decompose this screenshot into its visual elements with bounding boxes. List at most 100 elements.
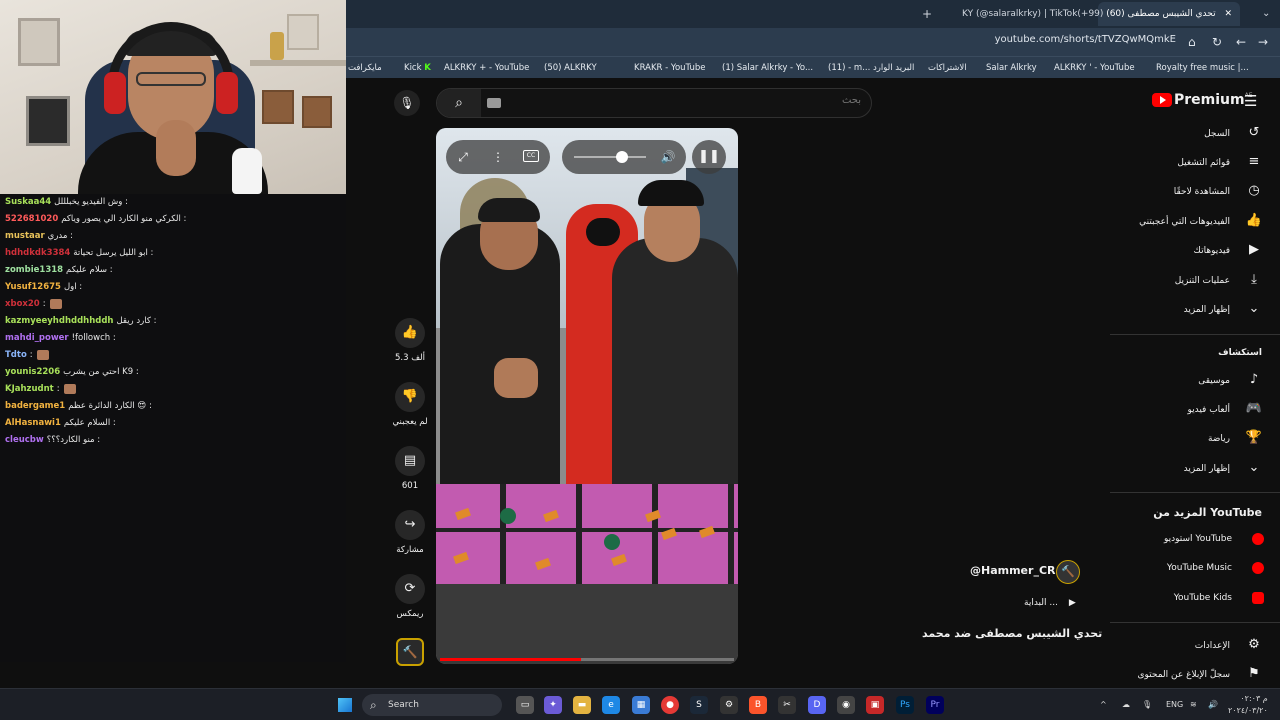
app-icon[interactable]: ▣ [866,696,884,714]
chat-username[interactable]: Tdto [5,350,27,360]
file-explorer-icon[interactable]: ▬ [573,696,591,714]
new-tab-button[interactable]: + [922,2,932,26]
chat-username[interactable]: cleucbw [5,435,44,445]
channel-handle[interactable]: @Hammer_CR [970,564,1055,577]
sidebar-item-kids[interactable]: YouTube Kids [1174,588,1264,608]
pause-button[interactable]: ❚❚ [692,140,726,174]
chat-username[interactable]: mustaar [5,231,45,241]
discord-icon[interactable]: D [808,696,826,714]
language-indicator[interactable]: ENG [1166,689,1183,720]
bookmark[interactable]: KRAKR - YouTube [634,61,705,75]
captions-button[interactable]: CC [523,150,539,162]
search-input[interactable] [561,95,861,106]
tab-tiktok[interactable]: KY (@salaralkrky) | TikTok(+99) [962,2,1103,26]
video-title[interactable]: تحدي الشيبس مصطفى ضد محمد [922,627,1102,640]
reload-icon[interactable]: ↻ [1212,34,1222,50]
sidebar-show-more[interactable]: إظهار المزيد ⌄ [1184,458,1264,478]
edge-icon[interactable]: e [602,696,620,714]
url-field[interactable]: youtube.com/shorts/tTVZQwMQmkE [966,34,1176,45]
close-icon[interactable]: ✕ [1224,9,1232,19]
mic-icon[interactable]: 🎙 [394,90,420,116]
steam-icon[interactable]: S [690,696,708,714]
shorts-video-player[interactable]: ⤢ ⋮ CC 🔊 ❚❚ [436,128,738,664]
premiere-icon[interactable]: Pr [926,696,944,714]
store-icon[interactable]: ▦ [632,696,650,714]
tray-chevron-icon[interactable]: ^ [1100,689,1107,720]
brave-icon[interactable]: B [749,696,767,714]
capcut-icon[interactable]: ✂ [778,696,796,714]
volume-slider[interactable] [574,156,646,158]
clock[interactable]: م ٠٢:٠٣ ٢٠٢٤/٠٣/٢٠ [1228,693,1268,717]
more-options-icon[interactable]: ⋮ [481,140,515,174]
channel-avatar-hammer-icon[interactable]: 🔨 [1056,560,1080,584]
home-icon[interactable]: ⌂ [1188,34,1196,50]
chat-username[interactable]: zombie1318 [5,265,63,275]
forward-icon[interactable]: → [1258,34,1268,50]
volume-control[interactable]: 🔊 [562,140,686,174]
description-snippet[interactable]: البداية ... ▶ [1024,598,1076,608]
hamburger-icon[interactable]: ☰ [1244,92,1257,110]
sidebar-item-music[interactable]: موسيقى ♪ [1198,370,1264,390]
chat-username[interactable]: 522681020 [5,214,58,224]
bookmark[interactable]: مايكرافت [348,61,382,75]
video-progress-bar[interactable] [440,658,734,661]
bookmark[interactable]: Royalty free music |... [1156,61,1249,75]
sidebar-item-history[interactable]: السجل ↺ [1204,123,1264,143]
share-button[interactable]: ↪ مشاركة [394,510,426,555]
chat-username[interactable]: AlHasnawi1 [5,418,61,428]
chat-username[interactable]: Suskaa44 [5,197,51,207]
volume-icon[interactable]: 🔊 [656,140,680,174]
settings-app-icon[interactable]: ⚙ [720,696,738,714]
chat-username[interactable]: kazmyeeyhdhddhhddh [5,316,113,326]
sidebar-item-studio[interactable]: استوديو YouTube [1164,529,1264,549]
copilot-icon[interactable]: ✦ [544,696,562,714]
chat-username[interactable]: badergame1 [5,401,65,411]
obs-icon[interactable]: ◉ [837,696,855,714]
back-icon[interactable]: ← [1236,34,1246,50]
youtube-premium-logo[interactable]: PremiumAE [1152,92,1253,108]
speaker-icon[interactable]: 🔊 [1208,689,1218,720]
taskbar-search[interactable]: Search [362,694,502,716]
keyboard-icon[interactable] [487,98,501,108]
sound-avatar-hammer-icon[interactable]: 🔨 [396,638,424,666]
tab-active[interactable]: (60) تحدي الشيبس مصطفى ✕ [1098,2,1240,26]
search-icon[interactable]: ⌕ [437,89,481,117]
sidebar-item-music-app[interactable]: YouTube Music [1167,558,1264,578]
bookmark[interactable]: (50) ALKRKY [544,61,597,75]
like-button[interactable]: 👍 5.3 ألف [394,318,426,363]
remix-button[interactable]: ⟳ ريمكس [394,574,426,619]
chat-username[interactable]: hdhdkdk3384 [5,248,70,258]
volume-knob[interactable] [616,151,628,163]
sidebar-item-report-history[interactable]: سجلّ الإبلاغ عن المحتوى ⚑ [1137,664,1264,684]
comments-button[interactable]: ▤ 601 [394,446,426,491]
wifi-icon[interactable]: ≋ [1190,689,1197,720]
sidebar-item-gaming[interactable]: ألعاب فيديو 🎮 [1187,399,1264,419]
mic-tray-icon[interactable]: 🎙 [1142,689,1152,720]
sidebar-show-more[interactable]: إظهار المزيد ⌄ [1184,299,1264,319]
photoshop-icon[interactable]: Ps [896,696,914,714]
search-box[interactable]: ⌕ [436,88,872,118]
windows-start-icon[interactable] [338,698,352,712]
sidebar-item-sports[interactable]: رياضة 🏆 [1208,428,1264,448]
bookmark[interactable]: ALKRKY + - YouTube [444,61,529,75]
network-icon[interactable]: ☁ [1122,689,1130,720]
sidebar-item-downloads[interactable]: عمليات التنزيل ⤓ [1175,270,1264,290]
sidebar-item-your-videos[interactable]: فيديوهاتك ▶ [1194,240,1264,260]
chat-username[interactable]: xbox20 [5,299,40,309]
chat-username[interactable]: younis2206 [5,367,60,377]
bookmark[interactable]: (11) - m... البريد الوارد [828,61,914,75]
bookmark[interactable]: ALKRKY ' - YouTube [1054,61,1135,75]
bookmark[interactable]: Salar Alkrky [986,61,1037,75]
bookmark[interactable]: الاشتراكات [928,61,967,75]
chat-username[interactable]: mahdi_power [5,333,69,343]
chrome-icon[interactable]: ● [661,696,679,714]
dislike-button[interactable]: 👎 لم يعجبني [392,382,428,427]
sidebar-item-settings[interactable]: الإعدادات ⚙ [1195,635,1264,655]
chat-username[interactable]: Yusuf12675 [5,282,61,292]
chat-username[interactable]: KJahzudnt [5,384,54,394]
sidebar-item-playlists[interactable]: قوائم التشغيل ≡ [1177,152,1264,172]
sidebar-item-liked[interactable]: الفيديوهات التي أعجبتني 👍 [1139,211,1264,231]
fullscreen-icon[interactable]: ⤢ [446,140,480,174]
task-view-icon[interactable]: ▭ [516,696,534,714]
sidebar-item-watch-later[interactable]: المشاهدة لاحقًا ◷ [1174,181,1264,201]
